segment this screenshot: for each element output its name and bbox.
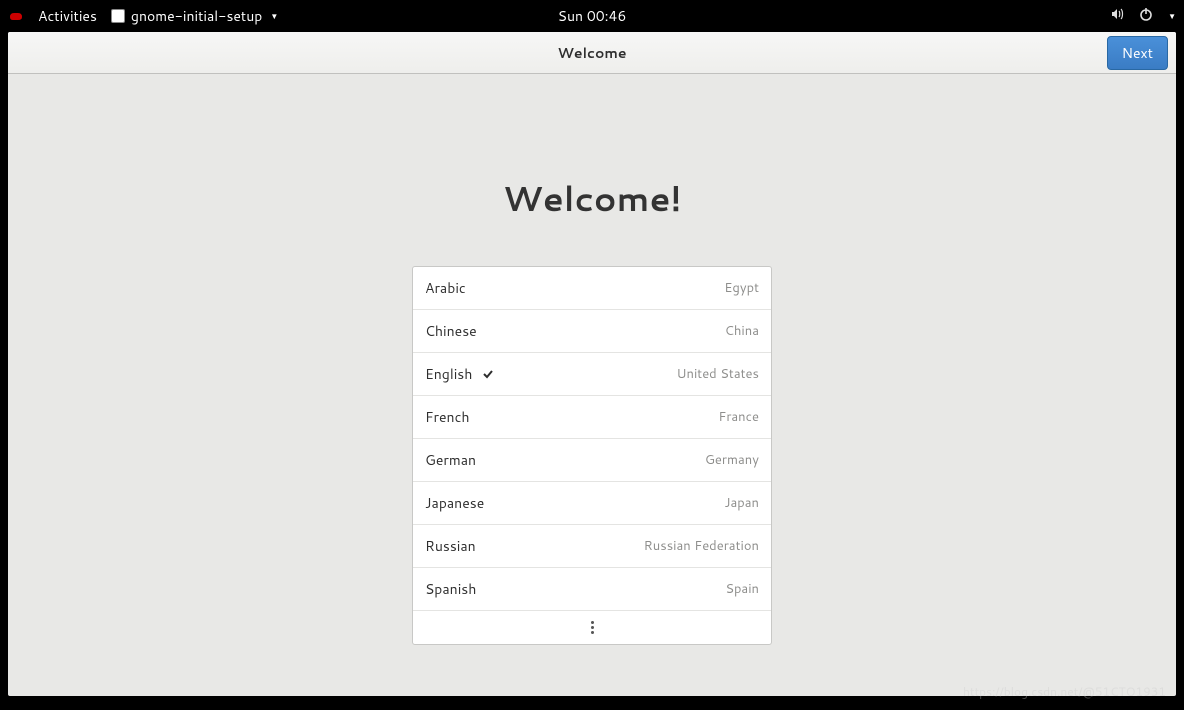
language-row[interactable]: French France (413, 396, 771, 439)
power-icon[interactable] (1138, 6, 1154, 27)
language-row[interactable]: Arabic Egypt (413, 267, 771, 310)
status-area[interactable]: ▼ (1110, 6, 1176, 27)
language-name: Chinese (425, 321, 477, 341)
content-area: Welcome! Arabic Egypt Chinese China English U… (8, 74, 1176, 696)
chevron-down-icon: ▼ (270, 10, 278, 22)
language-name: Spanish (425, 579, 476, 599)
language-name: German (425, 450, 476, 470)
language-region: France (718, 408, 759, 426)
language-region: Japan (724, 494, 759, 512)
clock[interactable]: Sun 00:46 (558, 6, 627, 26)
topbar: Activities gnome-initial-setup ▼ Sun 00:… (0, 0, 1184, 32)
more-icon (591, 621, 594, 634)
language-row[interactable]: Spanish Spain (413, 568, 771, 611)
language-region: Egypt (724, 279, 759, 297)
language-name: French (425, 407, 470, 427)
language-name: Arabic (425, 278, 466, 298)
setup-window: Welcome Next Welcome! Arabic Egypt Chinese… (8, 32, 1176, 696)
topbar-left: Activities gnome-initial-setup ▼ (8, 6, 278, 26)
language-row[interactable]: German Germany (413, 439, 771, 482)
volume-icon[interactable] (1110, 6, 1126, 27)
language-region: Spain (725, 580, 759, 598)
language-row[interactable]: Japanese Japan (413, 482, 771, 525)
language-region: China (725, 322, 759, 340)
window-title: Welcome (557, 43, 626, 63)
language-name: Japanese (425, 493, 484, 513)
welcome-heading: Welcome! (503, 174, 682, 222)
language-region: United States (676, 365, 759, 383)
chevron-down-icon: ▼ (1168, 10, 1176, 22)
language-region: Russian Federation (644, 537, 759, 555)
language-name: Russian (425, 536, 476, 556)
redhat-icon (8, 8, 24, 24)
app-menu[interactable]: gnome-initial-setup ▼ (111, 6, 278, 26)
language-name: English (425, 364, 472, 384)
app-icon (111, 9, 125, 23)
language-row[interactable]: Russian Russian Federation (413, 525, 771, 568)
language-list: Arabic Egypt Chinese China English United Sta… (412, 266, 772, 645)
language-region: Germany (705, 451, 759, 469)
app-menu-label: gnome-initial-setup (131, 6, 262, 26)
more-languages-button[interactable] (413, 611, 771, 644)
check-icon (482, 368, 494, 380)
next-button[interactable]: Next (1107, 36, 1168, 70)
activities-button[interactable]: Activities (38, 6, 97, 26)
language-row[interactable]: Chinese China (413, 310, 771, 353)
language-row[interactable]: English United States (413, 353, 771, 396)
headerbar: Welcome Next (8, 32, 1176, 74)
